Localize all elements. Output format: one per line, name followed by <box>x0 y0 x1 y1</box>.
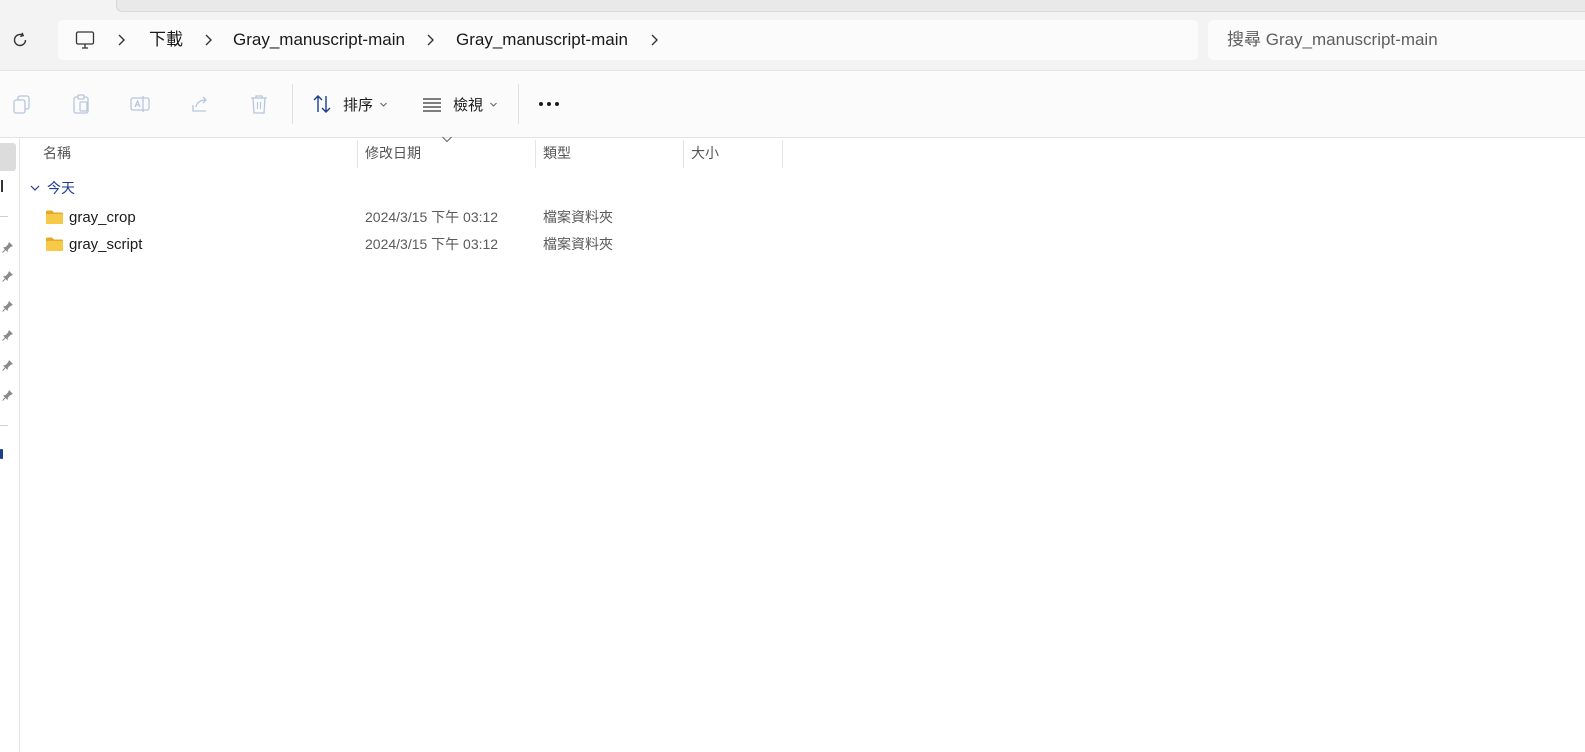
nav-selected-item[interactable] <box>0 143 16 171</box>
column-header-type[interactable]: 類型 <box>543 140 571 168</box>
nav-divider <box>0 425 8 426</box>
rename-icon[interactable] <box>126 90 154 118</box>
file-modified: 2024/3/15 下午 03:12 <box>365 209 499 225</box>
pin-icon[interactable] <box>2 329 14 341</box>
file-modified: 2024/3/15 下午 03:12 <box>365 236 499 252</box>
tab-edge <box>116 0 1585 12</box>
pin-icon[interactable] <box>2 359 14 371</box>
more-options-button[interactable] <box>537 88 561 120</box>
group-label: 今天 <box>47 180 75 196</box>
toolbar-divider <box>292 84 293 124</box>
file-name[interactable]: gray_script <box>69 231 142 258</box>
column-divider[interactable] <box>782 140 783 168</box>
chevron-right-icon[interactable] <box>113 32 129 48</box>
chevron-down-icon <box>490 102 497 107</box>
column-divider[interactable] <box>683 140 684 168</box>
nav-item-fragment[interactable] <box>0 449 3 459</box>
file-name[interactable]: gray_crop <box>69 204 136 231</box>
more-icon <box>539 102 559 106</box>
column-header-modified[interactable]: 修改日期 <box>365 140 421 168</box>
file-type: 檔案資料夾 <box>543 209 613 225</box>
delete-icon[interactable] <box>245 90 273 118</box>
chevron-down-icon <box>380 102 387 107</box>
column-header-size[interactable]: 大小 <box>691 140 719 168</box>
pin-icon[interactable] <box>2 270 14 282</box>
tab-strip <box>0 0 1585 12</box>
pin-icon[interactable] <box>2 241 14 253</box>
chevron-right-icon[interactable] <box>200 32 216 48</box>
file-row[interactable]: gray_crop 2024/3/15 下午 03:12 檔案資料夾 <box>22 204 1585 231</box>
chevron-right-icon[interactable] <box>646 32 662 48</box>
view-button[interactable]: 檢視 <box>421 88 498 120</box>
command-bar: 排序 檢視 <box>0 71 1585 138</box>
chevron-right-icon[interactable] <box>422 32 438 48</box>
sort-descending-icon <box>442 136 452 143</box>
toolbar-divider <box>518 84 519 124</box>
folder-icon <box>46 210 63 224</box>
sort-label: 排序 <box>343 96 374 114</box>
nav-divider <box>0 216 8 217</box>
refresh-icon <box>13 32 27 47</box>
this-pc-icon[interactable] <box>74 29 96 51</box>
sort-icon <box>313 95 331 113</box>
paste-icon[interactable] <box>67 90 95 118</box>
column-divider[interactable] <box>535 140 536 168</box>
list-view-icon <box>423 98 441 112</box>
file-type: 檔案資料夾 <box>543 236 613 252</box>
nav-item-fragment[interactable] <box>1 180 3 192</box>
pin-icon[interactable] <box>2 389 14 401</box>
view-label: 檢視 <box>453 96 484 114</box>
search-placeholder: 搜尋 Gray_manuscript-main <box>1227 30 1438 49</box>
folder-icon <box>46 237 63 251</box>
copy-icon[interactable] <box>8 90 36 118</box>
breadcrumb-item-current-folder[interactable]: Gray_manuscript-main <box>456 20 628 60</box>
share-icon[interactable] <box>186 90 214 118</box>
pin-icon[interactable] <box>2 300 14 312</box>
sort-button[interactable]: 排序 <box>311 88 388 120</box>
group-header-today[interactable]: 今天 <box>29 178 75 198</box>
breadcrumb-item-gray-manuscript-main[interactable]: Gray_manuscript-main <box>233 20 405 60</box>
search-input[interactable]: 搜尋 Gray_manuscript-main <box>1208 20 1585 60</box>
breadcrumb-item-downloads[interactable]: 下載 <box>149 20 183 60</box>
file-row[interactable]: gray_script 2024/3/15 下午 03:12 檔案資料夾 <box>22 231 1585 258</box>
column-divider[interactable] <box>357 140 358 168</box>
column-header-name[interactable]: 名稱 <box>43 140 71 168</box>
refresh-button[interactable] <box>8 28 32 52</box>
navigation-pane[interactable] <box>0 138 20 752</box>
address-bar[interactable]: 下載 Gray_manuscript-main Gray_manuscript-… <box>58 20 1198 60</box>
chevron-down-icon <box>30 185 40 191</box>
